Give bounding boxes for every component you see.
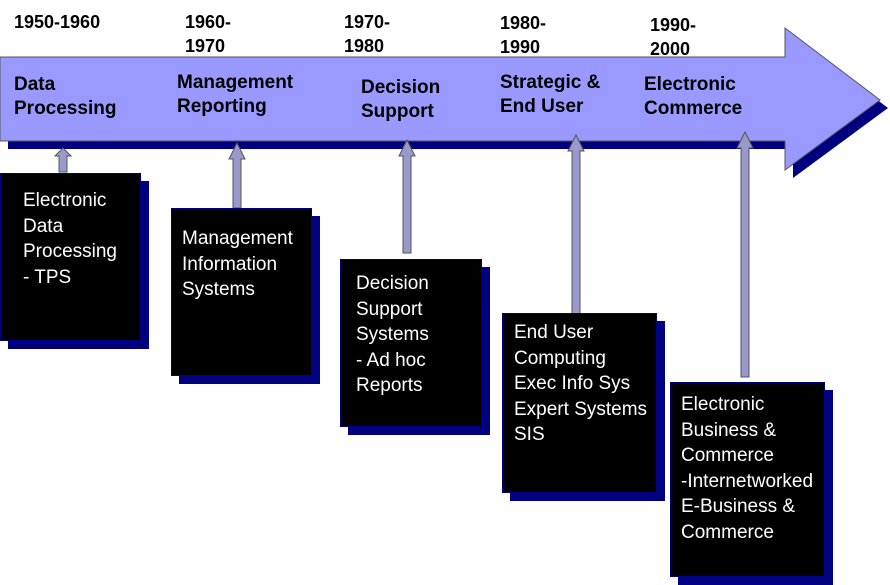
period-label: 1990- 2000 <box>650 15 697 59</box>
connector-arrow <box>736 130 754 378</box>
period-label: 1960- 1970 <box>185 12 232 56</box>
era-label: Strategic & End User <box>500 72 601 117</box>
period-label: 1980- 1990 <box>500 13 547 57</box>
is-evolution-timeline: 1950-1960 1960- 1970 1970- 1980 1980- 1990 … <box>0 0 890 585</box>
connector-arrow <box>567 133 585 317</box>
era-label: Data Processing <box>14 74 117 119</box>
system-box: Management Information Systems <box>171 208 312 376</box>
system-box: Electronic Data Processing - TPS <box>0 173 141 341</box>
connector-arrow <box>398 138 416 254</box>
connector-arrow <box>53 147 73 173</box>
connector-arrow <box>228 141 246 209</box>
period-label: 1970- 1980 <box>344 12 391 56</box>
system-box: Electronic Business & Commerce -Internetwor… <box>670 382 825 577</box>
era-label: Electronic Commerce <box>644 74 743 119</box>
period-label: 1950-1960 <box>14 12 101 32</box>
system-box: Decision Support Systems - Ad hoc Reports <box>340 259 482 427</box>
era-label: Decision Support <box>361 77 441 122</box>
era-label: Management Reporting <box>177 72 294 117</box>
system-box: End User Computing Exec Info Sys Expert Sys… <box>502 313 657 493</box>
